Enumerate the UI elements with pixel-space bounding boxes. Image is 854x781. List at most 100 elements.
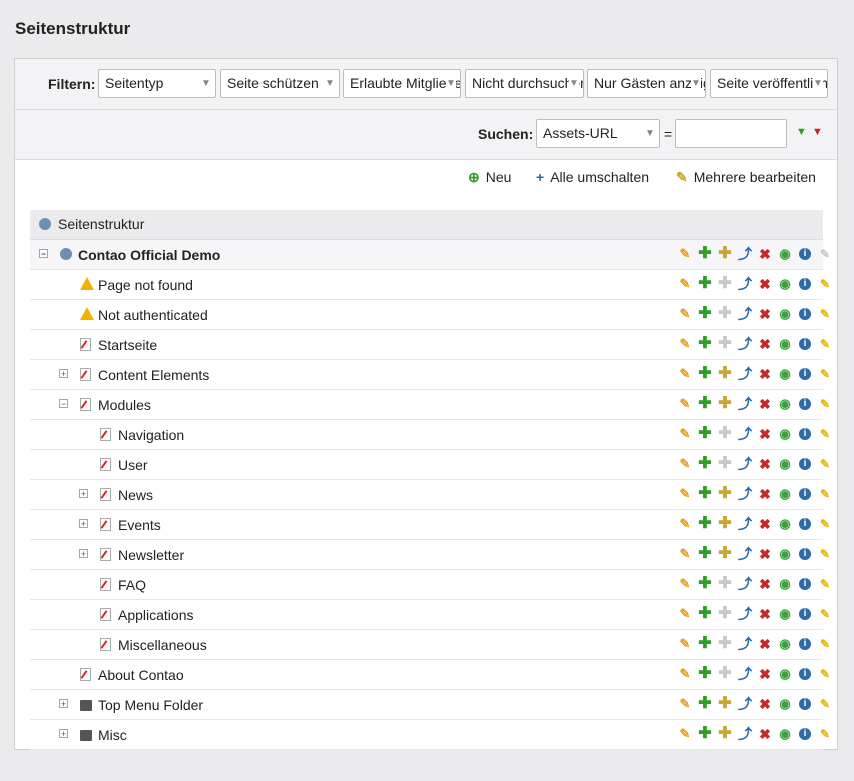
- plus-icon[interactable]: ✚: [697, 696, 713, 712]
- info-icon[interactable]: i: [799, 398, 811, 410]
- new-page-button[interactable]: ⊕ Neu: [468, 169, 511, 186]
- paste-child-icon[interactable]: ✚: [717, 366, 733, 382]
- article-icon[interactable]: ✎: [817, 456, 833, 472]
- eye-icon[interactable]: ◉: [777, 516, 793, 532]
- page-label[interactable]: Events: [118, 517, 161, 533]
- paste-child-icon[interactable]: ✚: [717, 246, 733, 262]
- move-icon[interactable]: ⤴: [737, 636, 753, 652]
- info-icon[interactable]: i: [799, 548, 811, 560]
- info-icon[interactable]: i: [799, 668, 811, 680]
- plus-icon[interactable]: ✚: [697, 636, 713, 652]
- page-label[interactable]: News: [118, 487, 153, 503]
- article-icon[interactable]: ✎: [817, 606, 833, 622]
- plus-icon[interactable]: ✚: [697, 456, 713, 472]
- delete-icon[interactable]: ✖: [757, 606, 773, 622]
- plus-icon[interactable]: ✚: [697, 396, 713, 412]
- info-icon[interactable]: i: [799, 278, 811, 290]
- move-icon[interactable]: ⤴: [737, 606, 753, 622]
- info-icon[interactable]: i: [799, 368, 811, 380]
- toggle-all-button[interactable]: + Alle umschalten: [536, 169, 649, 185]
- pencil-icon[interactable]: ✎: [677, 456, 693, 472]
- eye-icon[interactable]: ◉: [777, 636, 793, 652]
- page-label[interactable]: FAQ: [118, 577, 146, 593]
- eye-icon[interactable]: ◉: [777, 576, 793, 592]
- paste-child-icon[interactable]: ✚: [717, 696, 733, 712]
- filter-seitentyp-select[interactable]: Seitentyp ▼: [98, 69, 216, 98]
- info-icon[interactable]: i: [799, 638, 811, 650]
- plus-icon[interactable]: ✚: [697, 546, 713, 562]
- plus-icon[interactable]: ✚: [697, 516, 713, 532]
- article-icon[interactable]: ✎: [817, 276, 833, 292]
- expand-icon[interactable]: +: [59, 699, 68, 709]
- expand-icon[interactable]: +: [79, 519, 88, 529]
- move-icon[interactable]: ⤴: [737, 366, 753, 382]
- eye-icon[interactable]: ◉: [777, 546, 793, 562]
- article-icon[interactable]: ✎: [817, 546, 833, 562]
- article-icon[interactable]: ✎: [817, 336, 833, 352]
- plus-icon[interactable]: ✚: [697, 486, 713, 502]
- article-icon[interactable]: ✎: [817, 486, 833, 502]
- paste-child-icon[interactable]: ✚: [717, 426, 733, 442]
- paste-child-icon[interactable]: ✚: [717, 456, 733, 472]
- delete-icon[interactable]: ✖: [757, 726, 773, 742]
- paste-child-icon[interactable]: ✚: [717, 546, 733, 562]
- delete-icon[interactable]: ✖: [757, 456, 773, 472]
- move-icon[interactable]: ⤴: [737, 666, 753, 682]
- page-label[interactable]: About Contao: [98, 667, 184, 683]
- move-icon[interactable]: ⤴: [737, 456, 753, 472]
- delete-icon[interactable]: ✖: [757, 396, 773, 412]
- reset-filter-icon[interactable]: ▼: [812, 126, 823, 138]
- pencil-icon[interactable]: ✎: [677, 246, 693, 262]
- plus-icon[interactable]: ✚: [697, 726, 713, 742]
- pencil-icon[interactable]: ✎: [677, 666, 693, 682]
- delete-icon[interactable]: ✖: [757, 636, 773, 652]
- pencil-icon[interactable]: ✎: [677, 396, 693, 412]
- paste-child-icon[interactable]: ✚: [717, 276, 733, 292]
- info-icon[interactable]: i: [799, 428, 811, 440]
- info-icon[interactable]: i: [799, 338, 811, 350]
- move-icon[interactable]: ⤴: [737, 696, 753, 712]
- pencil-icon[interactable]: ✎: [677, 546, 693, 562]
- search-field-select[interactable]: Assets-URL ▼: [536, 119, 660, 148]
- delete-icon[interactable]: ✖: [757, 336, 773, 352]
- pencil-icon[interactable]: ✎: [677, 726, 693, 742]
- move-icon[interactable]: ⤴: [737, 486, 753, 502]
- article-icon[interactable]: ✎: [817, 636, 833, 652]
- paste-child-icon[interactable]: ✚: [717, 636, 733, 652]
- pencil-icon[interactable]: ✎: [677, 696, 693, 712]
- plus-icon[interactable]: ✚: [697, 246, 713, 262]
- delete-icon[interactable]: ✖: [757, 576, 773, 592]
- pencil-icon[interactable]: ✎: [677, 336, 693, 352]
- info-icon[interactable]: i: [799, 578, 811, 590]
- info-icon[interactable]: i: [799, 488, 811, 500]
- eye-icon[interactable]: ◉: [777, 606, 793, 622]
- info-icon[interactable]: i: [799, 308, 811, 320]
- search-input[interactable]: [675, 119, 787, 148]
- pencil-icon[interactable]: ✎: [677, 516, 693, 532]
- plus-icon[interactable]: ✚: [697, 426, 713, 442]
- eye-icon[interactable]: ◉: [777, 336, 793, 352]
- eye-icon[interactable]: ◉: [777, 486, 793, 502]
- delete-icon[interactable]: ✖: [757, 276, 773, 292]
- paste-child-icon[interactable]: ✚: [717, 666, 733, 682]
- expand-icon[interactable]: +: [59, 369, 68, 379]
- pencil-icon[interactable]: ✎: [677, 636, 693, 652]
- page-label[interactable]: Page not found: [98, 277, 193, 293]
- delete-icon[interactable]: ✖: [757, 546, 773, 562]
- pencil-icon[interactable]: ✎: [677, 276, 693, 292]
- apply-filter-icon[interactable]: ▼: [796, 126, 807, 138]
- pencil-icon[interactable]: ✎: [677, 576, 693, 592]
- delete-icon[interactable]: ✖: [757, 696, 773, 712]
- page-label[interactable]: Not authenticated: [98, 307, 208, 323]
- eye-icon[interactable]: ◉: [777, 726, 793, 742]
- page-label[interactable]: Miscellaneous: [118, 637, 207, 653]
- plus-icon[interactable]: ✚: [697, 306, 713, 322]
- paste-child-icon[interactable]: ✚: [717, 606, 733, 622]
- filter-nur-gaesten-select[interactable]: Nur Gästen anzeigen▼: [587, 69, 706, 98]
- eye-icon[interactable]: ◉: [777, 666, 793, 682]
- pencil-icon[interactable]: ✎: [677, 366, 693, 382]
- paste-child-icon[interactable]: ✚: [717, 486, 733, 502]
- move-icon[interactable]: ⤴: [737, 276, 753, 292]
- move-icon[interactable]: ⤴: [737, 426, 753, 442]
- article-icon[interactable]: ✎: [817, 576, 833, 592]
